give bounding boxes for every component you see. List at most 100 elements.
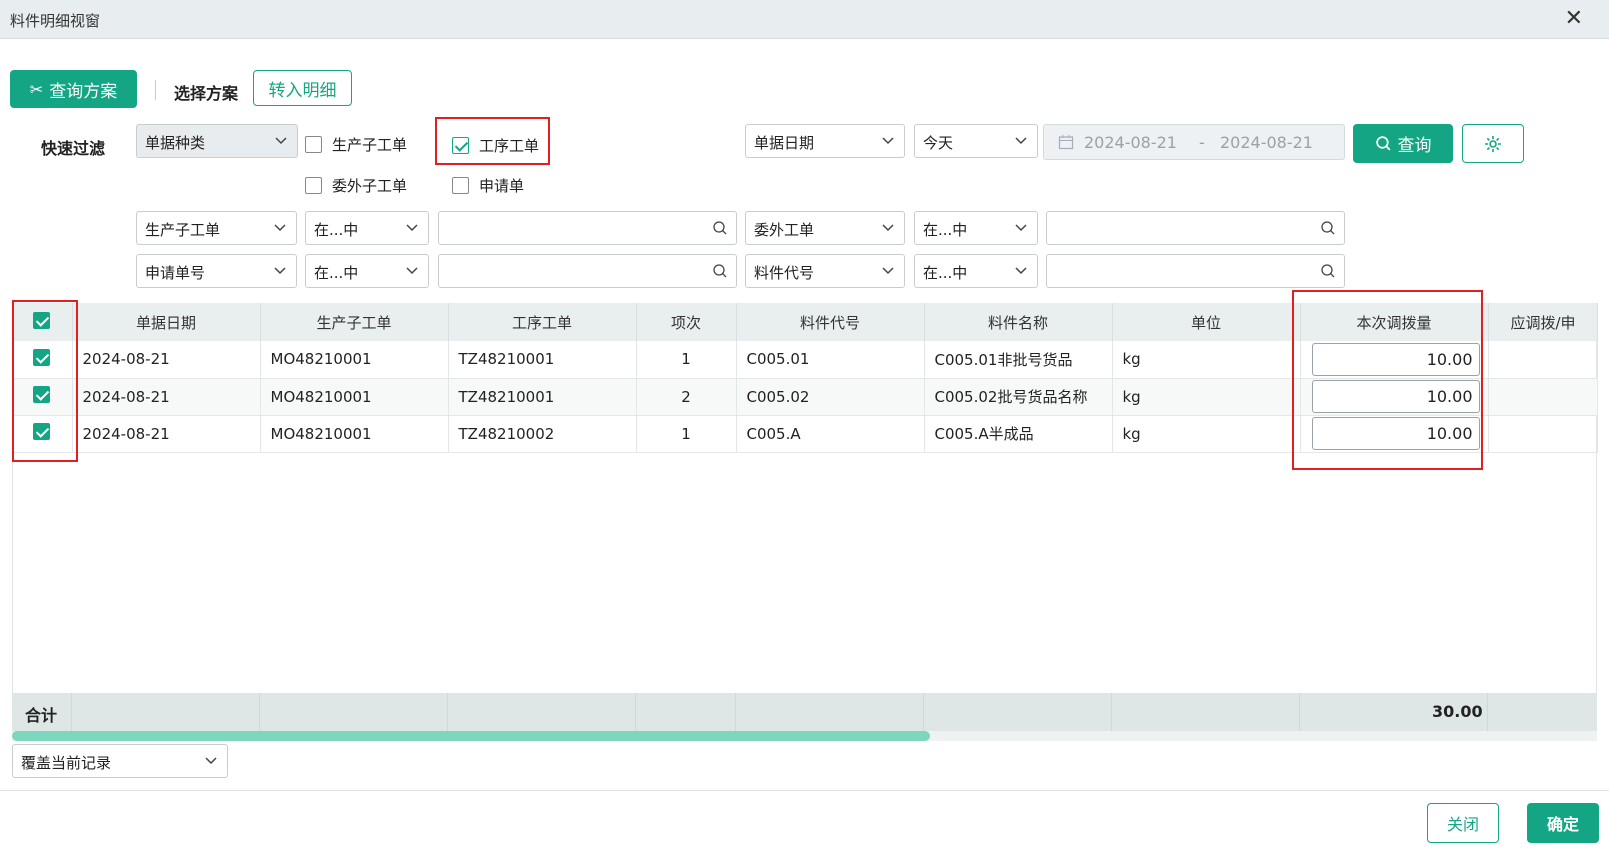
condition3-field[interactable]: 申请单号 bbox=[136, 254, 297, 288]
check-outsourced-suborder[interactable]: 委外子工单 bbox=[305, 175, 407, 196]
cell-production-suborder: MO48210001 bbox=[260, 415, 449, 453]
cell-unit: kg bbox=[1112, 378, 1301, 416]
cell-empty bbox=[1488, 378, 1598, 416]
search-icon[interactable] bbox=[712, 263, 728, 279]
cell-process-order: TZ48210001 bbox=[448, 341, 637, 379]
operator-value: 在...中 bbox=[314, 264, 359, 282]
field-value: 委外工单 bbox=[754, 221, 815, 239]
checkbox[interactable] bbox=[305, 136, 322, 153]
highlight-frame-checkboxes bbox=[12, 300, 78, 462]
sum-cell bbox=[72, 693, 260, 731]
col-header[interactable]: 料件代号 bbox=[736, 303, 925, 341]
chevron-down-icon bbox=[882, 267, 894, 275]
operator-value: 在...中 bbox=[314, 221, 359, 239]
condition4-value-input[interactable] bbox=[1046, 254, 1345, 288]
col-header[interactable]: 应调拨/申 bbox=[1488, 303, 1598, 341]
chevron-down-icon bbox=[1015, 137, 1027, 145]
tools-icon: ✂ bbox=[29, 79, 44, 99]
cell-production-suborder: MO48210001 bbox=[260, 378, 449, 416]
sum-value: 30.00 bbox=[1432, 702, 1483, 721]
field-value: 申请单号 bbox=[145, 264, 206, 282]
chevron-down-icon bbox=[406, 224, 418, 232]
col-header[interactable]: 项次 bbox=[636, 303, 737, 341]
condition3-value-input[interactable] bbox=[438, 254, 737, 288]
condition4-field[interactable]: 料件代号 bbox=[745, 254, 905, 288]
col-header[interactable]: 单位 bbox=[1112, 303, 1301, 341]
check-production-suborder[interactable]: 生产子工单 bbox=[305, 134, 407, 155]
search-icon[interactable] bbox=[1320, 263, 1336, 279]
cell-process-order: TZ48210001 bbox=[448, 378, 637, 416]
date-preset-select[interactable]: 今天 bbox=[914, 124, 1038, 158]
sum-cell bbox=[736, 693, 924, 731]
horizontal-scrollbar[interactable] bbox=[12, 731, 1597, 741]
query-button-label: 查询 bbox=[1397, 136, 1432, 156]
date-from: 2024-08-21 bbox=[1084, 133, 1177, 152]
cell-empty bbox=[1488, 415, 1598, 453]
doc-type-select[interactable]: 单据种类 bbox=[136, 124, 298, 158]
cell-item-name: C005.A半成品 bbox=[924, 415, 1113, 453]
cell-seq: 1 bbox=[636, 341, 737, 379]
cell-seq: 2 bbox=[636, 378, 737, 416]
sum-label: 合计 bbox=[25, 706, 58, 725]
chevron-down-icon bbox=[882, 137, 894, 145]
close-icon[interactable]: ✕ bbox=[1565, 6, 1583, 31]
col-header[interactable]: 生产子工单 bbox=[260, 303, 449, 341]
condition1-operator[interactable]: 在...中 bbox=[305, 211, 429, 245]
condition2-field[interactable]: 委外工单 bbox=[745, 211, 905, 245]
cell-unit: kg bbox=[1112, 415, 1301, 453]
chevron-down-icon bbox=[205, 757, 217, 765]
checkbox[interactable] bbox=[452, 177, 469, 194]
query-button[interactable]: 查询 bbox=[1353, 124, 1453, 163]
check-requisition[interactable]: 申请单 bbox=[452, 175, 524, 196]
col-header[interactable]: 料件名称 bbox=[924, 303, 1113, 341]
cell-unit: kg bbox=[1112, 341, 1301, 379]
settings-button[interactable] bbox=[1462, 124, 1524, 163]
cell-item-name: C005.01非批号货品 bbox=[924, 341, 1113, 379]
col-header[interactable]: 单据日期 bbox=[72, 303, 261, 341]
check-label: 委外子工单 bbox=[332, 177, 408, 195]
sum-cell bbox=[448, 693, 636, 731]
search-icon[interactable] bbox=[712, 220, 728, 236]
checkbox[interactable] bbox=[305, 177, 322, 194]
search-icon bbox=[1375, 136, 1390, 151]
window-title: 料件明细视窗 bbox=[10, 12, 101, 30]
condition2-operator[interactable]: 在...中 bbox=[914, 211, 1038, 245]
date-separator: - bbox=[1199, 133, 1205, 152]
title-bar: 料件明细视窗 ✕ bbox=[0, 0, 1609, 39]
calendar-icon bbox=[1058, 135, 1074, 150]
cell-production-suborder: MO48210001 bbox=[260, 341, 449, 379]
date-preset-value: 今天 bbox=[923, 134, 954, 152]
write-mode-value: 覆盖当前记录 bbox=[21, 754, 112, 772]
doc-type-value: 单据种类 bbox=[145, 134, 206, 152]
chevron-down-icon bbox=[275, 137, 287, 145]
footer-divider bbox=[0, 790, 1609, 791]
chevron-down-icon bbox=[882, 224, 894, 232]
cell-item-code: C005.01 bbox=[736, 341, 925, 379]
condition4-operator[interactable]: 在...中 bbox=[914, 254, 1038, 288]
gear-icon bbox=[1485, 135, 1501, 152]
chevron-down-icon bbox=[1015, 267, 1027, 275]
scrollbar-thumb[interactable] bbox=[12, 731, 930, 741]
col-header[interactable]: 工序工单 bbox=[448, 303, 637, 341]
write-mode-select[interactable]: 覆盖当前记录 bbox=[12, 744, 228, 778]
query-plan-button[interactable]: ✂ 查询方案 bbox=[10, 70, 137, 108]
import-detail-button[interactable]: 转入明细 bbox=[253, 70, 352, 106]
check-label: 申请单 bbox=[479, 177, 525, 195]
condition1-value-input[interactable] bbox=[438, 211, 737, 245]
cell-item-code: C005.A bbox=[736, 415, 925, 453]
date-range-input[interactable]: 2024-08-21 - 2024-08-21 bbox=[1043, 124, 1345, 160]
date-field-value: 单据日期 bbox=[754, 134, 815, 152]
check-label: 生产子工单 bbox=[332, 136, 408, 154]
confirm-button[interactable]: 确定 bbox=[1527, 803, 1599, 843]
cell-seq: 1 bbox=[636, 415, 737, 453]
search-icon[interactable] bbox=[1320, 220, 1336, 236]
cell-date: 2024-08-21 bbox=[72, 415, 261, 453]
select-plan-link[interactable]: 选择方案 bbox=[174, 80, 238, 104]
condition2-value-input[interactable] bbox=[1046, 211, 1345, 245]
condition3-operator[interactable]: 在...中 bbox=[305, 254, 429, 288]
date-field-select[interactable]: 单据日期 bbox=[745, 124, 905, 158]
close-button[interactable]: 关闭 bbox=[1427, 803, 1499, 843]
field-value: 料件代号 bbox=[754, 264, 815, 282]
chevron-down-icon bbox=[406, 267, 418, 275]
condition1-field[interactable]: 生产子工单 bbox=[136, 211, 297, 245]
